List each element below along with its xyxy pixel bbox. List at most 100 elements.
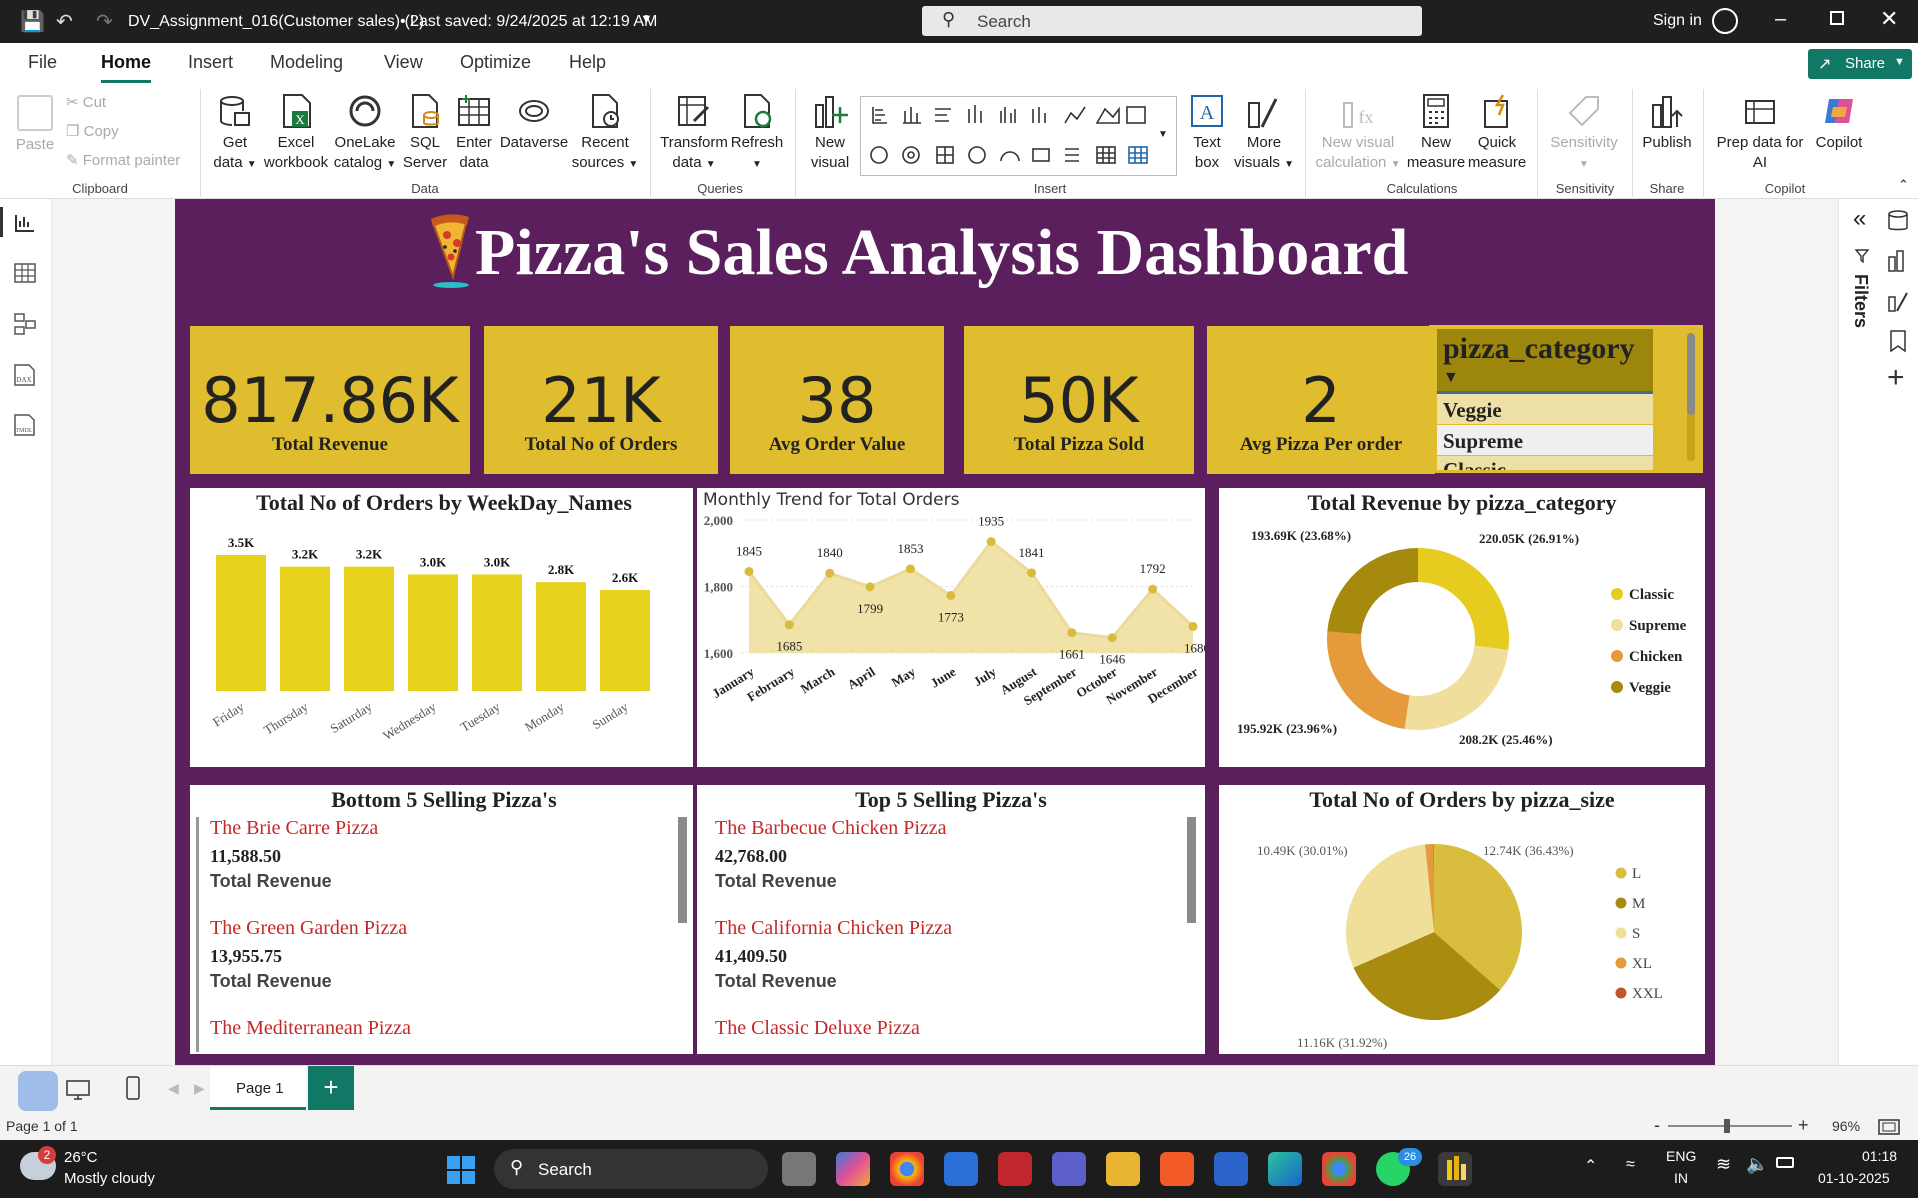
scrollbar-thumb[interactable]: [1187, 817, 1196, 923]
teams-icon[interactable]: [1052, 1152, 1086, 1186]
text-box-button[interactable]: A Text box: [1180, 93, 1234, 173]
sensitivity-button[interactable]: Sensitivity ▼: [1542, 93, 1626, 175]
slicer-scrollbar[interactable]: [1687, 333, 1695, 461]
kpi-card-total-pizza-sold[interactable]: 50K Total Pizza Sold: [964, 326, 1194, 474]
tab-home[interactable]: Home: [101, 52, 151, 73]
chrome-icon[interactable]: [1322, 1152, 1356, 1186]
language-primary[interactable]: ENG: [1666, 1148, 1696, 1164]
table-view-icon[interactable]: [14, 263, 36, 283]
filter-icon[interactable]: [1855, 249, 1869, 263]
new-visual-button[interactable]: New visual: [800, 93, 860, 173]
mobile-layout-icon[interactable]: [126, 1076, 140, 1100]
close-icon[interactable]: ✕: [1880, 6, 1898, 32]
edge-icon[interactable]: [1268, 1152, 1302, 1186]
weather-temp[interactable]: 26°C: [64, 1149, 98, 1166]
revenue-by-category-chart[interactable]: Total Revenue by pizza_category 220.05K …: [1219, 488, 1705, 767]
maximize-icon[interactable]: [1830, 11, 1844, 25]
monthly-trend-chart[interactable]: Monthly Trend for Total Orders 2,000 1,80…: [693, 488, 1205, 767]
clock-date[interactable]: 01-10-2025: [1818, 1170, 1890, 1186]
format-pane-icon[interactable]: [1887, 289, 1909, 313]
show-hidden-icons[interactable]: ⌃: [1584, 1156, 1597, 1176]
next-page-icon[interactable]: ▶: [194, 1080, 205, 1097]
kpi-card-total-revenue[interactable]: 817.86K Total Revenue: [190, 326, 470, 474]
document-title[interactable]: DV_Assignment_016(Customer sales) (2): [128, 13, 424, 31]
filters-pane-label[interactable]: Filters: [1843, 274, 1871, 334]
sql-server-button[interactable]: SQL Server: [400, 93, 450, 173]
task-view-icon[interactable]: [782, 1152, 816, 1186]
top-5-pizzas-card[interactable]: Top 5 Selling Pizza's The Barbecue Chick…: [693, 785, 1205, 1054]
visualizations-pane-icon[interactable]: [1887, 249, 1909, 273]
new-visual-calculation-button[interactable]: fx New visual calculation ▼: [1312, 93, 1404, 175]
excel-workbook-button[interactable]: X Excel workbook: [262, 93, 330, 173]
weather-desc[interactable]: Mostly cloudy: [64, 1170, 155, 1187]
scrollbar-thumb[interactable]: [678, 817, 687, 923]
get-data-button[interactable]: Get data ▼: [206, 93, 264, 175]
tab-insert[interactable]: Insert: [188, 52, 233, 73]
page-tab-1[interactable]: Page 1: [210, 1066, 306, 1110]
desktop-layout-icon[interactable]: [66, 1080, 90, 1100]
minimize-icon[interactable]: –: [1775, 8, 1786, 31]
prep-data-for-ai-button[interactable]: Prep data for AI: [1712, 93, 1808, 173]
cut-button[interactable]: ✂ Cut: [66, 93, 106, 111]
scrollbar-thumb[interactable]: [1687, 333, 1695, 415]
tmdl-view-icon[interactable]: TMDL: [12, 413, 38, 437]
microsoft-store-icon[interactable]: [944, 1152, 978, 1186]
brave-icon[interactable]: [1160, 1152, 1194, 1186]
copy-button[interactable]: ❐ Copy: [66, 122, 119, 140]
bottom-5-pizzas-card[interactable]: Bottom 5 Selling Pizza's The Brie Carre …: [190, 785, 698, 1054]
recent-sources-button[interactable]: Recent sources ▼: [570, 93, 640, 175]
tab-optimize[interactable]: Optimize: [460, 52, 531, 73]
dataverse-button[interactable]: Dataverse: [498, 93, 570, 153]
copilot-taskbar-icon[interactable]: [836, 1152, 870, 1186]
remote-desktop-icon[interactable]: [1214, 1152, 1248, 1186]
zoom-out-button[interactable]: -: [1654, 1115, 1660, 1136]
mcafee-icon[interactable]: [998, 1152, 1032, 1186]
visuals-gallery[interactable]: [860, 96, 1177, 176]
power-bi-taskbar-icon[interactable]: [1438, 1152, 1472, 1186]
model-view-icon[interactable]: [14, 313, 36, 335]
volume-icon[interactable]: 🔈: [1746, 1154, 1768, 1175]
quick-measure-button[interactable]: Quick measure: [1466, 93, 1528, 173]
app-badge-icon[interactable]: [18, 1071, 58, 1111]
sign-in-link[interactable]: Sign in: [1653, 12, 1702, 30]
clock-time[interactable]: 01:18: [1862, 1148, 1897, 1164]
search-input[interactable]: ⚲ Search: [922, 6, 1422, 36]
undo-icon[interactable]: ↶: [56, 9, 73, 34]
onelake-catalog-button[interactable]: OneLake catalog ▼: [332, 93, 398, 175]
weekday-orders-chart[interactable]: Total No of Orders by WeekDay_Names 3.5K…: [190, 488, 698, 767]
enter-data-button[interactable]: Enter data: [450, 93, 498, 173]
zoom-slider[interactable]: [1668, 1119, 1792, 1133]
publish-button[interactable]: Publish: [1636, 93, 1698, 153]
previous-page-icon[interactable]: ◀: [168, 1080, 179, 1097]
data-pane-icon[interactable]: [1887, 209, 1909, 233]
save-icon[interactable]: 💾: [20, 9, 45, 34]
new-measure-button[interactable]: New measure: [1404, 93, 1468, 173]
copilot-button[interactable]: Copilot: [1804, 93, 1874, 153]
battery-icon[interactable]: [1776, 1157, 1794, 1168]
network-icon[interactable]: ≈: [1626, 1156, 1635, 1174]
refresh-button[interactable]: Refresh ▼: [730, 93, 784, 175]
format-painter-button[interactable]: ✎ Format painter: [66, 151, 180, 169]
slicer-item[interactable]: Classic: [1437, 456, 1653, 470]
collapse-ribbon-icon[interactable]: ⌃: [1898, 177, 1909, 193]
tab-file[interactable]: File: [28, 52, 57, 73]
avatar-icon[interactable]: [1712, 8, 1738, 34]
chevron-down-icon[interactable]: ▼: [640, 11, 653, 26]
zoom-in-button[interactable]: +: [1798, 1115, 1809, 1136]
kpi-card-avg-order-value[interactable]: 38 Avg Order Value: [730, 326, 944, 474]
tab-view[interactable]: View: [384, 52, 423, 73]
windows-start-icon[interactable]: [446, 1155, 476, 1185]
bookmark-icon[interactable]: [1889, 329, 1907, 353]
report-view-icon[interactable]: [14, 213, 36, 233]
more-visuals-button[interactable]: More visuals ▼: [1234, 93, 1294, 175]
fit-to-page-icon[interactable]: [1878, 1119, 1900, 1135]
orders-by-size-chart[interactable]: Total No of Orders by pizza_size 12.74K …: [1219, 785, 1705, 1054]
kpi-card-total-orders[interactable]: 21K Total No of Orders: [484, 326, 718, 474]
language-secondary[interactable]: IN: [1674, 1170, 1688, 1186]
chevron-down-icon[interactable]: ▼: [1443, 369, 1459, 387]
tab-modeling[interactable]: Modeling: [270, 52, 343, 73]
slicer-item[interactable]: Supreme: [1437, 425, 1653, 455]
redo-icon[interactable]: ↷: [96, 9, 113, 34]
wifi-icon[interactable]: ≋: [1716, 1154, 1731, 1175]
add-pane-icon[interactable]: +: [1887, 361, 1905, 395]
